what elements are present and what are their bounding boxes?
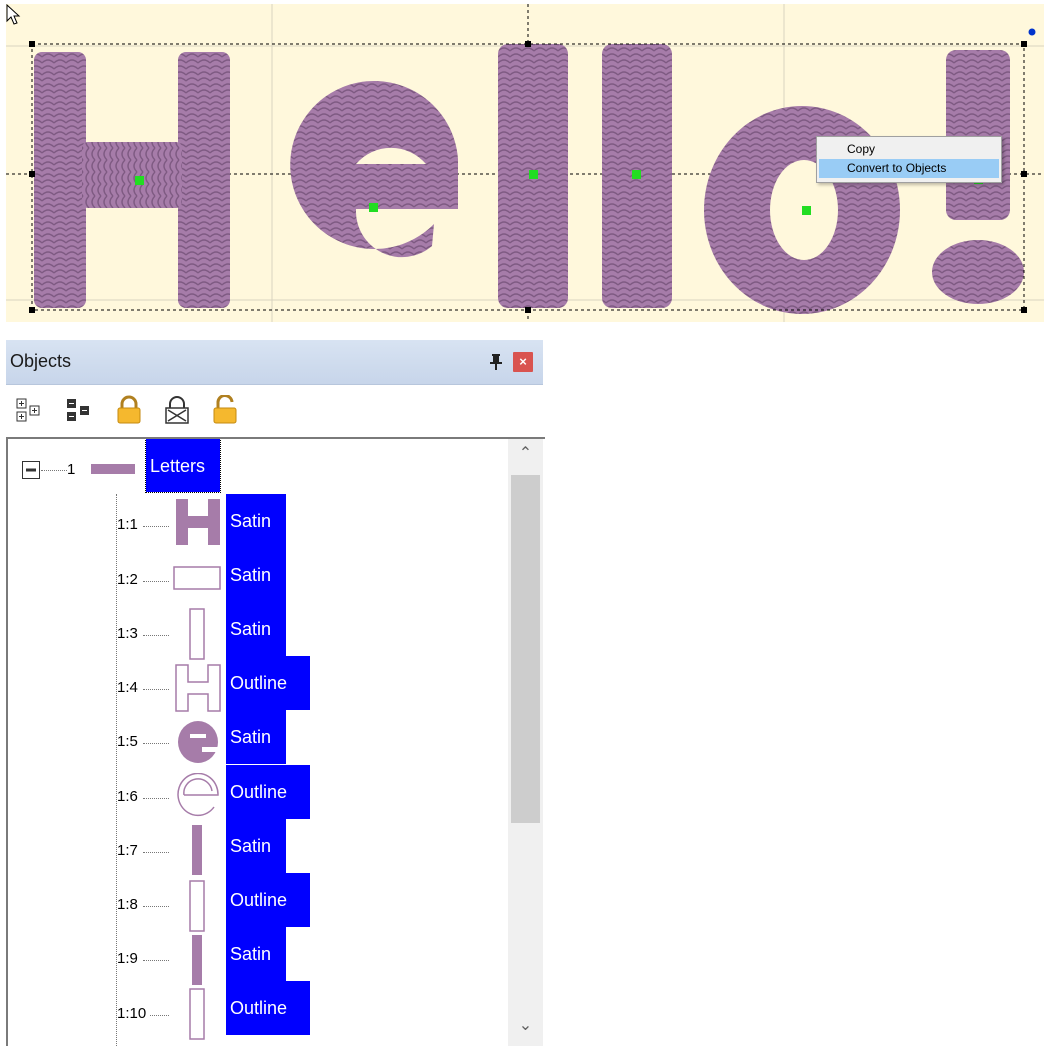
tree-dots [143,635,169,636]
unlock-icon[interactable] [210,395,240,425]
menu-item-copy[interactable]: Copy [819,140,999,159]
node-number: 1:2 [117,571,138,588]
node-number: 1:1 [117,516,138,533]
tree-node-label[interactable]: Satin [226,927,286,981]
lock-disabled-icon[interactable] [162,395,192,425]
expand-all-icon[interactable] [14,395,44,425]
thumb-H-outline-icon [175,664,221,712]
close-button[interactable]: × [513,352,533,372]
node-number: 1:9 [117,950,138,967]
tree-node-label[interactable]: Outline [226,765,310,819]
node-number: 1:5 [117,733,138,750]
node-number: 1:7 [117,842,138,859]
thumb-bar-outline-icon [189,608,205,660]
node-number: 1:6 [117,788,138,805]
tree-node-label[interactable]: Satin [226,548,286,602]
letter-H [34,52,230,308]
design-canvas[interactable]: Copy Convert to Objects [6,4,1044,322]
node-number: 1:10 [117,1005,147,1022]
tree-node-label[interactable]: Letters [145,439,221,493]
tree-dots [143,743,169,744]
thumb-l-satin-icon [192,825,202,875]
tree-dots [143,852,169,853]
collapse-toggle-icon[interactable] [22,461,40,479]
tree-node-label[interactable]: Satin [226,494,286,548]
tree-dots [41,470,67,471]
thumb-e-satin-icon [178,721,220,763]
collapse-all-icon[interactable] [64,395,94,425]
tree-node-label[interactable]: Outline [226,656,310,710]
tree-dots [143,798,169,799]
menu-item-convert-to-objects[interactable]: Convert to Objects [819,159,999,178]
tree-dots [143,581,169,582]
panel-header: Objects × [6,340,543,385]
thumb-e-outline-icon [177,773,219,817]
thumb-l-satin-icon [192,935,202,985]
letter-e [290,80,458,258]
tree-dots [150,1015,169,1016]
tree-node-label[interactable]: Outline [226,981,310,1035]
context-menu: Copy Convert to Objects [816,136,1002,183]
objects-toolbar [6,385,543,435]
tree-dots [143,689,169,690]
vertical-scrollbar[interactable]: ⌃ ⌄ [508,439,543,1046]
thumb-l-outline-icon [189,988,205,1040]
mouse-cursor-icon [6,4,21,25]
panel-title: Objects [10,351,72,371]
tree-node-label[interactable]: Satin [226,710,286,764]
objects-tree: 1 Letters 1:1 Satin 1:2 Satin 1:3 Satin … [6,437,545,1046]
node-number: 1:4 [117,679,138,696]
scroll-up-icon[interactable]: ⌃ [508,439,543,469]
tree-node-label[interactable]: Outline [226,873,310,927]
tree-node-label[interactable]: Satin [226,819,286,873]
node-number: 1:3 [117,625,138,642]
pin-icon[interactable] [489,353,503,371]
scrollbar-thumb[interactable] [511,475,540,823]
tree-dots [143,960,169,961]
letters-thumbnail-icon [91,464,135,474]
thumb-H-satin-icon [176,499,220,545]
thumb-rect-outline-icon [173,566,221,590]
root-number: 1 [67,461,76,478]
tree-dots [143,906,169,907]
lock-icon[interactable] [114,395,144,425]
tree-node-label[interactable]: Satin [226,602,286,656]
node-number: 1:8 [117,896,138,913]
tree-dots [143,526,169,527]
thumb-l-outline-icon [189,880,205,932]
objects-panel: Objects × 1 Letters 1:1 Satin 1:2 Satin … [6,340,545,1046]
scroll-down-icon[interactable]: ⌄ [508,1011,543,1041]
